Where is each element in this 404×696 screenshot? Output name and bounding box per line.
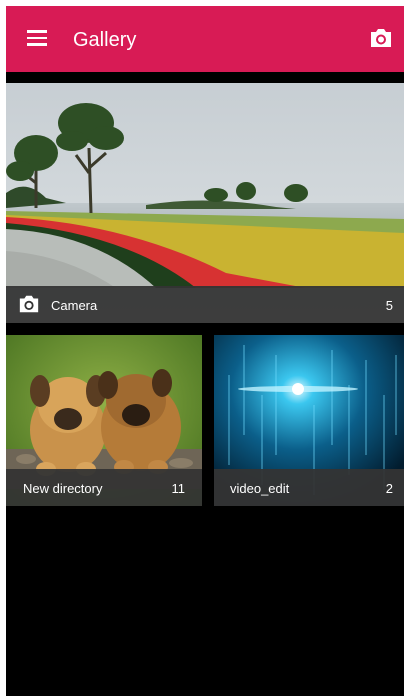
page-title: Gallery: [73, 29, 137, 51]
album-tile-new-directory[interactable]: New directory 11: [6, 335, 202, 506]
album-caption: New directory 11: [6, 469, 202, 506]
menu-icon[interactable]: [27, 30, 47, 46]
album-name: Camera: [51, 298, 98, 313]
album-name: New directory: [23, 481, 103, 496]
app-screen: Gallery Camera 5 New directory 11 video_…: [6, 6, 404, 696]
album-caption: video_edit 2: [214, 469, 404, 506]
camera-icon[interactable]: [368, 26, 394, 50]
album-count: 5: [385, 298, 393, 313]
app-bar: Gallery: [6, 6, 404, 72]
album-caption: Camera 5: [6, 286, 404, 323]
album-count: 2: [385, 481, 393, 496]
album-name: video_edit: [230, 481, 290, 496]
album-count: 11: [171, 481, 186, 496]
camera-icon: [19, 295, 39, 313]
album-tile-camera[interactable]: Camera 5: [6, 83, 404, 323]
album-tile-video-edit[interactable]: video_edit 2: [214, 335, 404, 506]
